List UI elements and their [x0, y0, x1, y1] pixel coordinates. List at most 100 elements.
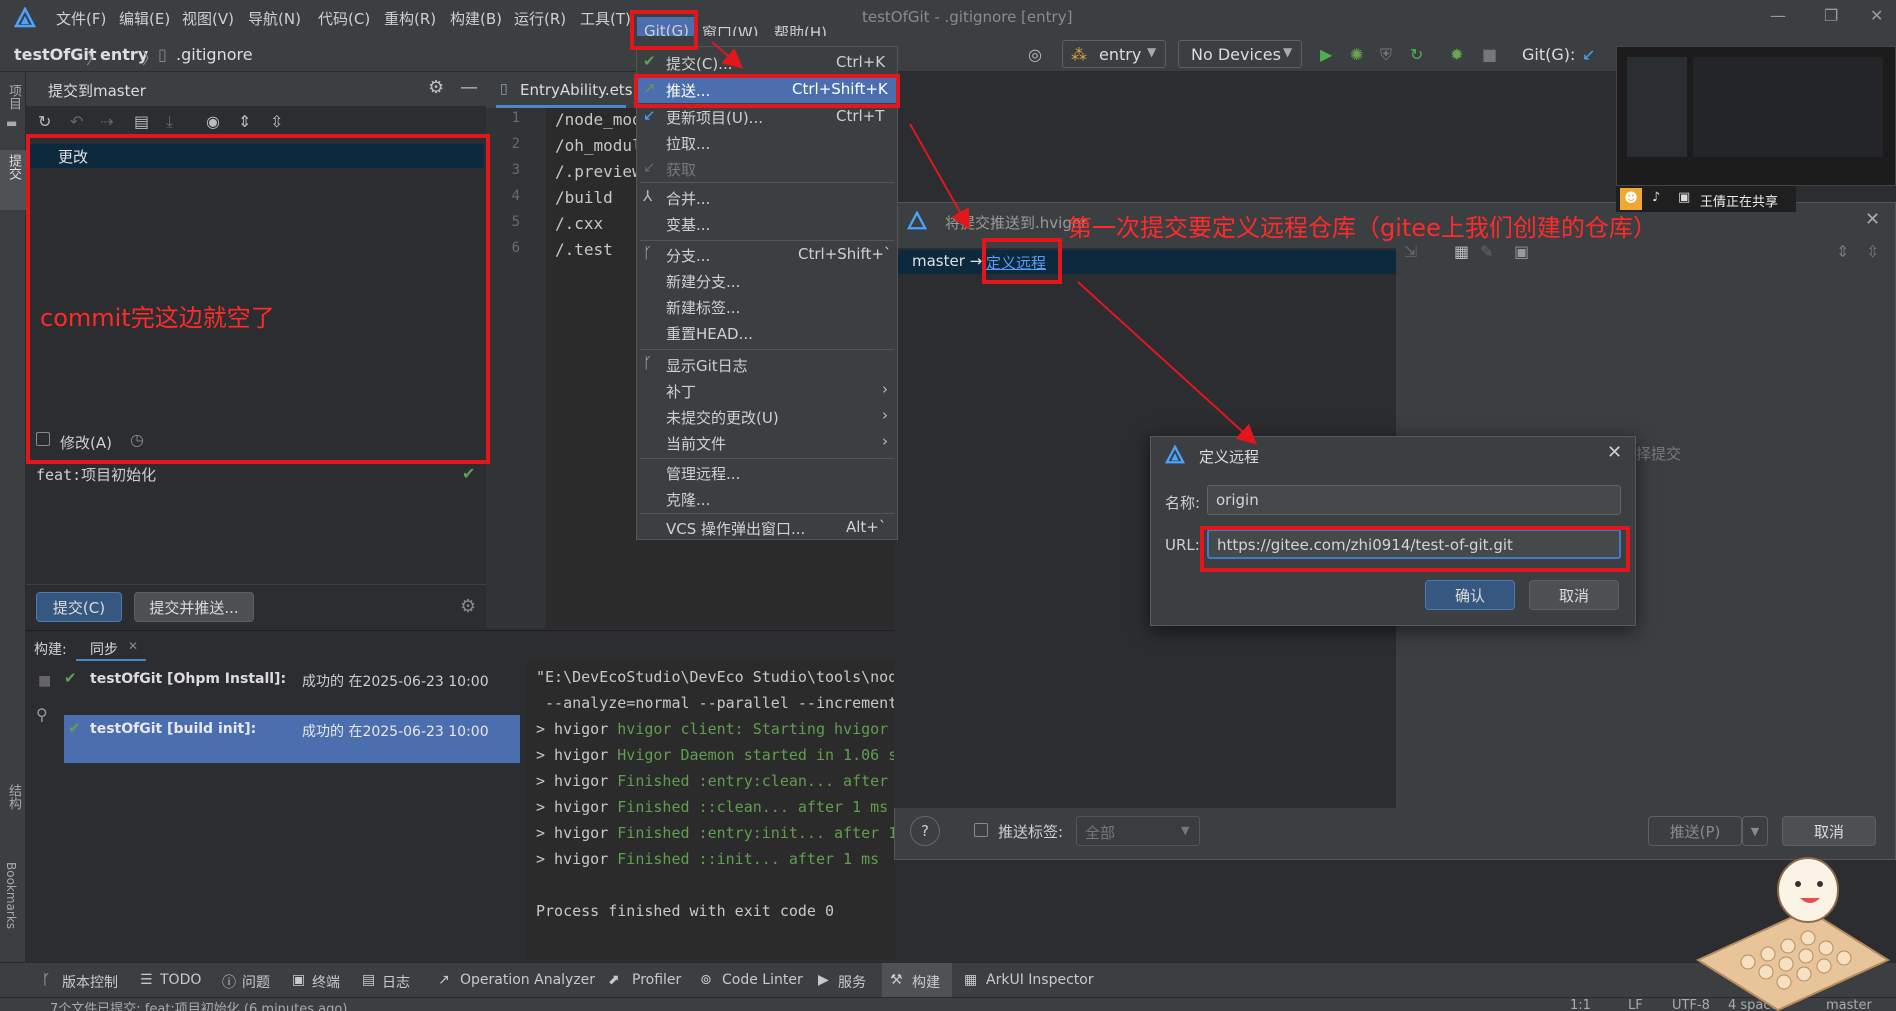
structure-tool-label[interactable]: 结构 [4, 784, 23, 810]
git-menu-manage-remotes[interactable]: 管理远程... [666, 463, 740, 484]
menu-refactor[interactable]: 重构(R) [384, 8, 436, 29]
menu-view[interactable]: 视图(V) [182, 8, 234, 29]
help-button[interactable]: ? [910, 816, 940, 846]
tool-code-linter[interactable]: Code Linter [722, 972, 803, 988]
maximize-icon[interactable]: ❐ [1824, 6, 1838, 25]
menu-file[interactable]: 文件(F) [56, 8, 106, 29]
save-icon[interactable]: ▣ [1514, 242, 1529, 261]
pin-icon[interactable]: ⚲ [36, 705, 48, 724]
git-menu-uncommitted[interactable]: 未提交的更改(U) [666, 407, 779, 428]
tool-services[interactable]: 服务 [838, 972, 866, 992]
profile-icon[interactable]: ✹ [1450, 45, 1463, 64]
git-update-icon[interactable]: ↙ [1582, 45, 1595, 64]
tool-problems[interactable]: 问题 [242, 972, 270, 992]
run-icon[interactable]: ▶ [1320, 45, 1332, 64]
tool-terminal[interactable]: 终端 [312, 972, 340, 992]
bookmarks-tool-label[interactable]: Bookmarks [4, 862, 18, 929]
attach-debugger-icon[interactable]: ⛨ [1380, 45, 1392, 65]
menu-navigate[interactable]: 导航(N) [248, 8, 301, 29]
edit-icon[interactable]: ✎ [1480, 242, 1493, 261]
menu-tools[interactable]: 工具(T) [580, 8, 631, 29]
close-icon[interactable]: ✕ [1865, 209, 1880, 230]
menu-code[interactable]: 代码(C) [318, 8, 370, 29]
tool-vcs[interactable]: 版本控制 [62, 972, 118, 992]
collapse-all-icon[interactable]: ⇳ [1866, 242, 1879, 261]
breadcrumb-project[interactable]: testOfGit [14, 45, 97, 64]
git-menu-reset-head[interactable]: 重置HEAD... [666, 323, 753, 344]
push-tags-checkbox[interactable] [974, 823, 988, 837]
debug-icon[interactable]: ✺ [1350, 45, 1363, 64]
build-task-row[interactable]: ✔ testOfGit [Ohpm Install]: 成功的 在2025-06… [64, 665, 544, 695]
build-task-row[interactable]: ✔ testOfGit [build init]: 成功的 在2025-06-2… [64, 715, 520, 763]
collapse-all-icon[interactable]: ⇳ [270, 112, 283, 131]
stop-icon[interactable]: ■ [1482, 45, 1497, 64]
rollback-icon[interactable]: ↶ [70, 112, 83, 131]
git-menu-branches[interactable]: 分支... [666, 245, 710, 266]
git-menu-new-tag[interactable]: 新建标签... [666, 297, 740, 318]
breadcrumb-module[interactable]: entry [100, 45, 148, 64]
pin-icon[interactable]: ⇲ [1404, 242, 1417, 261]
git-menu-merge[interactable]: 合并... [666, 188, 710, 209]
commit-tool-label[interactable]: 提交 [4, 154, 23, 180]
close-icon[interactable]: ✕ [1607, 442, 1622, 463]
target-icon[interactable]: ◎ [1028, 45, 1042, 64]
expand-all-icon[interactable]: ⇕ [238, 112, 251, 131]
stop-icon[interactable]: ■ [38, 673, 51, 689]
apply-changes-icon[interactable]: ↻ [1410, 45, 1423, 64]
git-menu-current-file[interactable]: 当前文件 [666, 433, 726, 454]
grid-icon[interactable]: ▦ [1454, 242, 1469, 261]
git-menu-show-log[interactable]: 显示Git日志 [666, 355, 748, 376]
eye-icon[interactable]: ◉ [206, 112, 220, 131]
line-separator[interactable]: LF [1628, 998, 1643, 1011]
mic-icon[interactable]: ♪ [1652, 190, 1660, 205]
commit-message[interactable]: feat:项目初始化 [36, 464, 156, 485]
changelist-icon[interactable]: ▤ [134, 112, 149, 131]
push-cancel-button[interactable]: 取消 [1782, 816, 1876, 846]
close-tab-icon[interactable]: ✕ [128, 639, 138, 653]
diff-icon[interactable]: ⇢ [100, 112, 113, 131]
tool-build[interactable]: 构建 [912, 972, 940, 992]
tool-log[interactable]: 日志 [382, 972, 410, 992]
tool-arkui-inspector[interactable]: ArkUI Inspector [986, 972, 1094, 988]
expand-all-icon[interactable]: ⇕ [1836, 242, 1849, 261]
project-tool-label[interactable]: 项目 [4, 84, 23, 110]
git-menu-new-branch[interactable]: 新建分支... [666, 271, 740, 292]
tool-profiler[interactable]: Profiler [632, 972, 681, 988]
close-window-icon[interactable]: ✕ [1870, 6, 1883, 25]
tool-operation-analyzer[interactable]: Operation Analyzer [460, 972, 595, 988]
git-menu-vcs-popup[interactable]: VCS 操作弹出窗口... [666, 518, 805, 539]
push-branch-row[interactable]: master → 定义远程 [894, 250, 1396, 274]
tool-todo[interactable]: TODO [160, 972, 201, 988]
push-tags-select[interactable]: 全部 ▼ [1076, 816, 1200, 846]
menu-run[interactable]: 运行(R) [514, 8, 566, 29]
minimize-panel-icon[interactable]: — [460, 77, 478, 98]
settings-icon[interactable]: ⚙ [460, 596, 476, 617]
git-menu-patch[interactable]: 补丁 [666, 381, 696, 402]
status-message[interactable]: 7个文件已提交: feat:项目初始化 (6 minutes ago) [50, 998, 347, 1011]
device-select[interactable]: No Devices ▼ [1178, 40, 1302, 68]
push-button[interactable]: 推送(P) [1648, 816, 1742, 846]
git-menu-commit[interactable]: 提交(C)... [666, 53, 732, 74]
git-menu-rebase[interactable]: 变基... [666, 214, 710, 235]
breadcrumb-file[interactable]: .gitignore [176, 45, 253, 64]
run-config-select[interactable]: ⁂ entry ▼ [1062, 40, 1166, 68]
cursor-position[interactable]: 1:1 [1570, 998, 1591, 1011]
gear-icon[interactable]: ⚙ [428, 77, 444, 98]
cancel-button[interactable]: 取消 [1529, 580, 1619, 610]
git-menu-clone[interactable]: 克隆... [666, 489, 710, 510]
editor-tab[interactable]: ▯ EntryAbility.ets [496, 72, 633, 108]
git-menu-fetch[interactable]: 获取 [666, 159, 696, 180]
shelve-icon[interactable]: ⤓ [166, 112, 173, 132]
git-menu-pull[interactable]: 拉取... [666, 133, 710, 154]
commit-and-push-button[interactable]: 提交并推送... [134, 592, 254, 622]
git-menu-update[interactable]: 更新项目(U)... [666, 107, 763, 128]
confirm-button[interactable]: 确认 [1425, 580, 1515, 610]
minimize-icon[interactable]: — [1770, 6, 1786, 25]
refresh-icon[interactable]: ↻ [38, 112, 51, 131]
menu-edit[interactable]: 编辑(E) [119, 8, 170, 29]
sync-tab[interactable]: 同步 ✕ [76, 635, 146, 661]
remote-name-input[interactable]: origin [1207, 485, 1621, 515]
commit-button[interactable]: 提交(C) [36, 592, 122, 622]
push-dropdown-icon[interactable]: ▼ [1742, 816, 1768, 846]
menu-build[interactable]: 构建(B) [450, 8, 502, 29]
